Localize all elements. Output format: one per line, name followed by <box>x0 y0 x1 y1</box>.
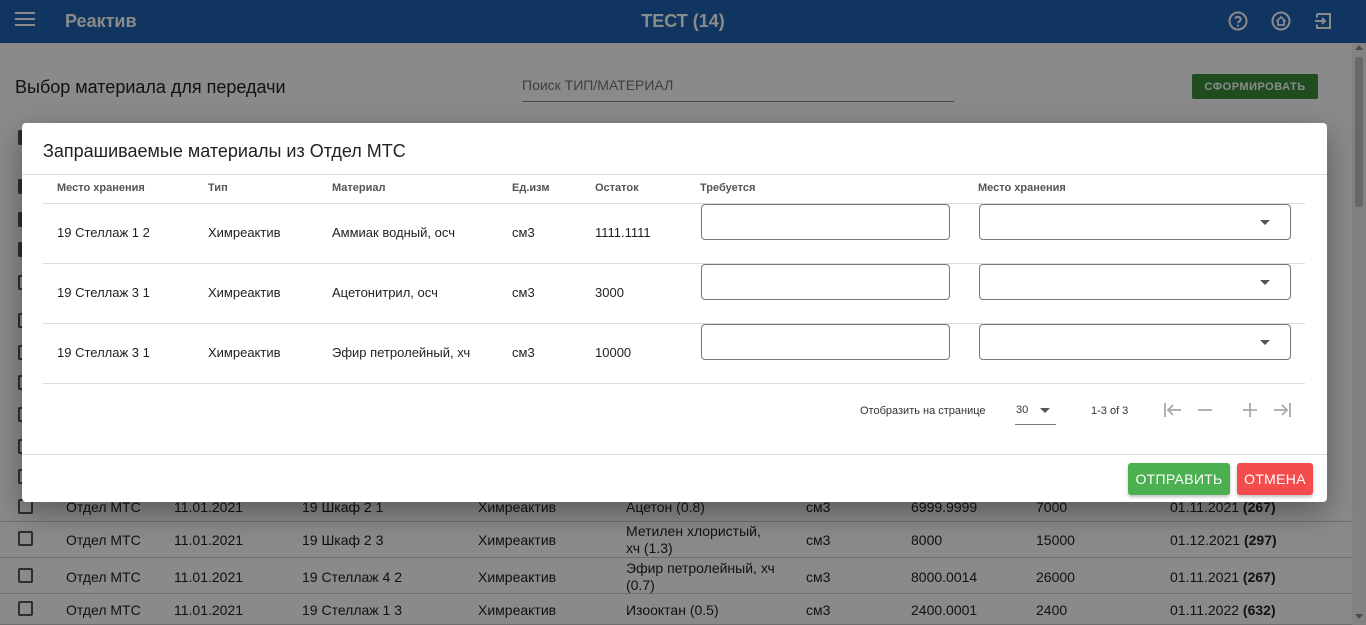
material-cell: Аммиак водный, осч <box>332 225 455 240</box>
required-input[interactable] <box>701 204 950 240</box>
dialog-divider <box>22 174 1327 175</box>
per-page-value: 30 <box>1016 404 1029 416</box>
row-divider <box>43 383 1305 384</box>
dialog-actions-divider <box>22 454 1327 455</box>
last-page-icon[interactable] <box>1271 399 1293 421</box>
page-range: 1-3 of 3 <box>1091 405 1129 417</box>
chevron-down-icon <box>1040 408 1050 413</box>
first-page-icon[interactable] <box>1162 399 1184 421</box>
target-place-select[interactable] <box>979 264 1291 300</box>
place-cell: 19 Стеллаж 3 1 <box>57 285 150 300</box>
rest-cell: 1111.1111 <box>595 225 651 240</box>
col-header-place[interactable]: Место хранения <box>57 182 145 194</box>
required-input[interactable] <box>701 264 950 300</box>
unit-cell: см3 <box>512 285 535 300</box>
request-dialog: Запрашиваемые материалы из Отдел МТС Мес… <box>22 123 1327 502</box>
target-place-select[interactable] <box>979 324 1291 360</box>
cancel-button[interactable]: ОТМЕНА <box>1237 463 1313 495</box>
type-cell: Химреактив <box>208 345 281 360</box>
required-input[interactable] <box>701 324 950 360</box>
col-header-type[interactable]: Тип <box>208 182 228 194</box>
place-cell: 19 Стеллаж 3 1 <box>57 345 150 360</box>
per-page-select[interactable]: 30 <box>1015 403 1056 425</box>
unit-cell: см3 <box>512 225 535 240</box>
rest-cell: 3000 <box>595 285 624 300</box>
col-header-target-place[interactable]: Место хранения <box>978 182 1066 194</box>
next-page-icon[interactable] <box>1239 399 1261 421</box>
target-place-select[interactable] <box>979 204 1291 240</box>
prev-page-icon[interactable] <box>1194 399 1216 421</box>
material-cell: Эфир петролейный, хч <box>332 345 471 360</box>
rest-cell: 10000 <box>595 345 632 360</box>
per-page-label: Отобразить на странице <box>860 405 986 417</box>
unit-cell: см3 <box>512 345 535 360</box>
chevron-down-icon <box>1260 280 1270 285</box>
col-header-rest[interactable]: Остаток <box>595 182 639 194</box>
chevron-down-icon <box>1260 340 1270 345</box>
material-cell: Ацетонитрил, осч <box>332 285 438 300</box>
chevron-down-icon <box>1260 220 1270 225</box>
col-header-required[interactable]: Требуется <box>700 182 755 194</box>
type-cell: Химреактив <box>208 225 281 240</box>
dialog-title: Запрашиваемые материалы из Отдел МТС <box>43 141 406 161</box>
col-header-unit[interactable]: Ед.изм <box>512 182 549 194</box>
type-cell: Химреактив <box>208 285 281 300</box>
send-button[interactable]: ОТПРАВИТЬ <box>1128 463 1230 495</box>
place-cell: 19 Стеллаж 1 2 <box>57 225 150 240</box>
col-header-material[interactable]: Материал <box>332 182 386 194</box>
